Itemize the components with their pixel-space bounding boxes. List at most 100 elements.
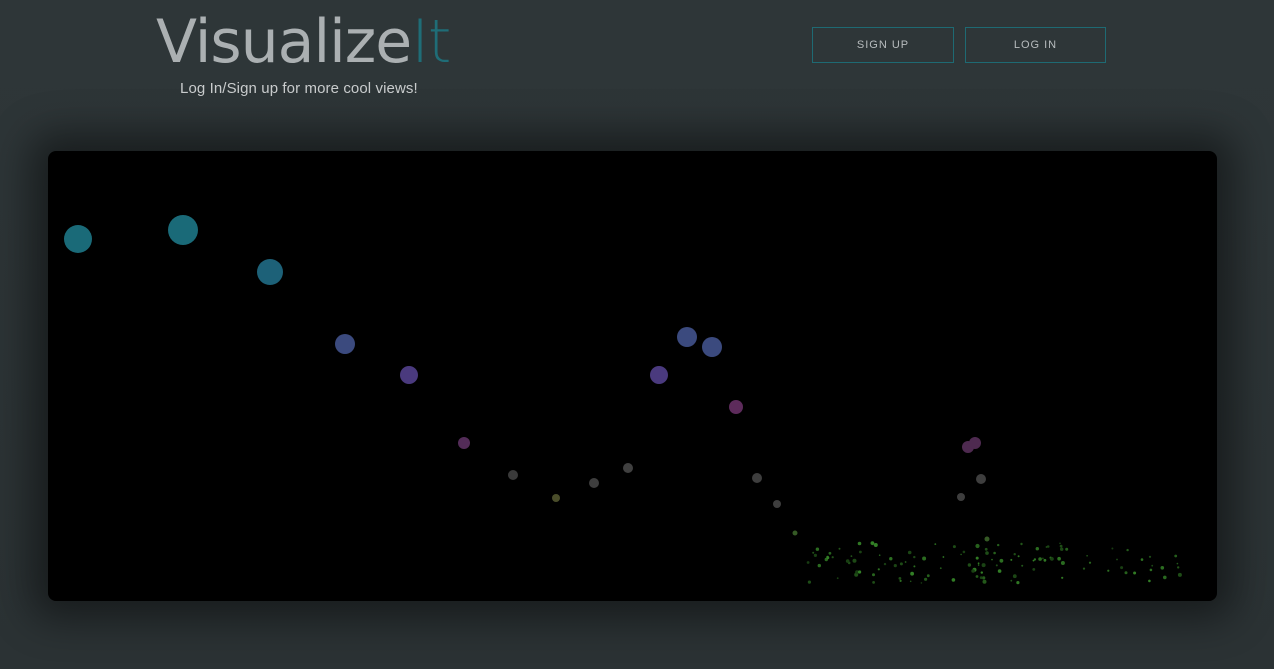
particle-speck [873, 543, 878, 547]
particle-speck [1148, 579, 1151, 583]
particle-speck [1126, 548, 1129, 552]
particle [589, 478, 599, 488]
brand-main: Visualize [156, 7, 412, 77]
particle-speck [1111, 547, 1114, 550]
particle-speck [1032, 568, 1036, 571]
sign-up-button[interactable]: SIGN UP [812, 27, 954, 63]
particle-speck [1050, 557, 1054, 561]
particle-speck [852, 558, 857, 563]
tagline: Log In/Sign up for more cool views! [180, 80, 418, 97]
particle-speck [872, 581, 875, 584]
particle-speck [878, 554, 881, 556]
particle-speck [1065, 547, 1069, 551]
particle-speck [826, 555, 829, 559]
particle-speck [1177, 566, 1180, 569]
particle-speck [1116, 558, 1118, 561]
particle [458, 437, 470, 449]
particle-speck [859, 550, 862, 554]
particle-speck [907, 550, 912, 555]
particle-speck [836, 577, 839, 580]
particle-speck [1124, 571, 1128, 575]
particle-speck [850, 555, 853, 557]
particle [508, 470, 518, 480]
particle-speck [967, 563, 972, 567]
particle [976, 474, 986, 484]
particle-speck [1021, 564, 1024, 567]
particle-speck [1061, 576, 1064, 579]
visualization-svg [64, 215, 1182, 585]
log-in-button[interactable]: LOG IN [965, 27, 1106, 63]
particle-speck [1010, 579, 1013, 582]
particle-speck [909, 580, 912, 583]
particle-speck [904, 561, 907, 563]
particle-speck [1149, 568, 1153, 572]
particle [729, 400, 743, 414]
particle-speck [913, 565, 916, 568]
particle-speck [977, 564, 980, 566]
particle-speck [1042, 557, 1044, 560]
particle [64, 225, 92, 253]
particle-speck [1088, 561, 1092, 564]
particle-speck [962, 550, 966, 554]
particle-speck [1133, 571, 1137, 575]
particle-speck [913, 555, 916, 559]
particle-speck [1148, 555, 1152, 558]
particle-speck [1016, 581, 1020, 585]
particle-speck [985, 551, 989, 555]
particle-speck [910, 571, 914, 576]
particle-speck [831, 556, 834, 559]
particle-speck [1176, 562, 1179, 565]
particle-speck [980, 571, 983, 574]
particle [792, 530, 798, 536]
particle-speck [893, 564, 897, 568]
particle-speck [806, 561, 810, 564]
particle-speck [952, 545, 956, 549]
particle-speck [1120, 566, 1124, 570]
particle-speck [1035, 547, 1039, 551]
particle-speck [857, 541, 862, 546]
particle-speck [1020, 542, 1023, 546]
particle-speck [975, 575, 979, 578]
particle-speck [920, 582, 923, 584]
particle-speck [1151, 564, 1154, 567]
page: VisualizeIt Log In/Sign up for more cool… [0, 0, 1274, 669]
particle [335, 334, 355, 354]
visualization-canvas[interactable] [48, 151, 1217, 601]
particle [957, 493, 965, 501]
particle [552, 494, 560, 502]
particle-speck [942, 556, 945, 558]
particle [984, 536, 990, 542]
particle-speck [1086, 555, 1088, 557]
particle-speck [981, 563, 986, 568]
particle-speck [899, 562, 903, 566]
particle [677, 327, 697, 347]
particle-speck [1043, 558, 1047, 562]
particle-speck [926, 574, 930, 578]
brand-logo[interactable]: VisualizeIt [156, 6, 451, 78]
particle [623, 463, 633, 473]
particle-speck [993, 551, 996, 555]
particle-speck [997, 569, 1002, 573]
particle-speck [1010, 558, 1013, 561]
particle-speck [975, 543, 980, 549]
particle-speck [982, 576, 986, 580]
particle-speck [1163, 575, 1167, 580]
particle-speck [991, 558, 993, 561]
particle-speck [845, 559, 850, 563]
particle-speck [815, 547, 820, 551]
particle-speck [1107, 569, 1110, 572]
particle-speck [813, 553, 818, 557]
particle-speck [971, 569, 975, 573]
particle-speck [960, 553, 962, 556]
particle [752, 473, 762, 483]
particle-speck [1060, 547, 1064, 551]
particle [650, 366, 668, 384]
particle-speck [1013, 553, 1016, 556]
particle-speck [995, 564, 998, 567]
particle-speck [1012, 574, 1017, 579]
particle-speck [870, 541, 875, 545]
particle-speck [997, 543, 1000, 547]
particle-speck [1160, 566, 1165, 570]
particle-speck [924, 577, 928, 581]
particle-speck [922, 556, 927, 561]
